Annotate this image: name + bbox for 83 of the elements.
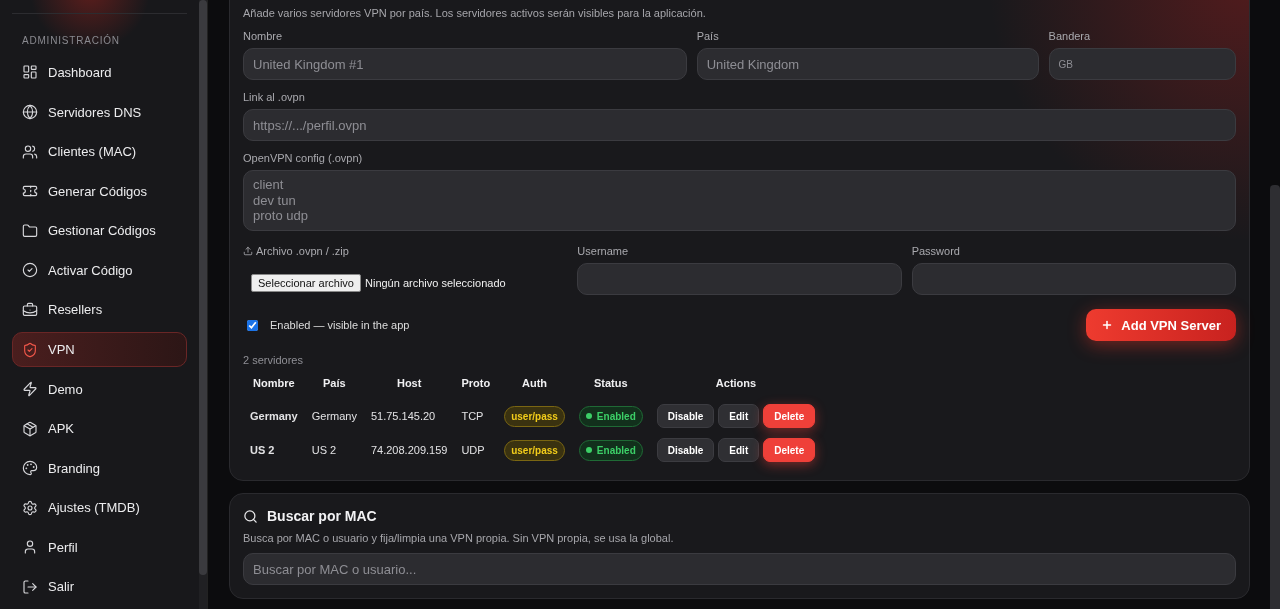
scrollbar[interactable] bbox=[199, 0, 207, 575]
table-cell-text: US 2 bbox=[310, 443, 338, 458]
folder-icon bbox=[22, 222, 38, 239]
checkbox[interactable] bbox=[247, 319, 258, 331]
field-label: País bbox=[696, 30, 720, 42]
column-header: Status bbox=[593, 376, 629, 391]
column-header: Actions bbox=[714, 376, 758, 391]
users-icon bbox=[22, 143, 38, 160]
column-header: Nombre bbox=[252, 376, 296, 391]
sidebar-item[interactable]: Clientes (MAC) bbox=[12, 134, 187, 170]
input-field[interactable]: https://.../perfil.ovpn bbox=[243, 109, 1236, 141]
palette-icon bbox=[22, 460, 38, 477]
search-field[interactable]: Buscar por MAC o usuario... bbox=[243, 553, 1236, 585]
table-cell-text: UDP bbox=[460, 443, 486, 458]
sidebar-item[interactable]: Ajustes (TMDB) bbox=[12, 490, 187, 526]
check-circle-icon bbox=[22, 262, 38, 279]
globe-icon bbox=[22, 104, 38, 121]
field-label: Password bbox=[911, 245, 961, 257]
sidebar-item[interactable]: Gestionar Códigos bbox=[12, 213, 187, 249]
column-header: Proto bbox=[460, 376, 492, 391]
auth-badge: user/pass bbox=[504, 439, 565, 461]
dashboard-icon bbox=[22, 64, 38, 81]
sidebar-item[interactable]: Dashboard bbox=[12, 54, 187, 90]
add-server-button[interactable]: Add VPN Server bbox=[1086, 309, 1236, 341]
table-cell-text: 51.75.145.20 bbox=[369, 409, 437, 424]
logout-icon bbox=[22, 578, 38, 595]
server-count: 2 servidores bbox=[243, 354, 304, 366]
sidebar-item[interactable]: Salir bbox=[12, 569, 187, 605]
table-cell-text: 74.208.209.159 bbox=[369, 443, 449, 458]
shield-icon bbox=[22, 341, 38, 358]
user-icon bbox=[22, 539, 38, 556]
description: Busca por MAC o usuario y fija/limpia una VPN propia. Sin VPN propia, se usa la global. bbox=[243, 532, 675, 544]
status-badge: Enabled bbox=[578, 405, 643, 427]
search-icon bbox=[243, 508, 258, 524]
sidebar-item[interactable]: Generar Códigos bbox=[12, 173, 187, 209]
upload-icon bbox=[243, 246, 253, 256]
action-button[interactable]: Edit bbox=[718, 404, 760, 428]
field-label: Archivo .ovpn / .zip bbox=[243, 245, 568, 257]
field-label: Link al .ovpn bbox=[243, 91, 306, 103]
sidebar-item[interactable]: VPN bbox=[12, 332, 187, 367]
status-badge: Enabled bbox=[578, 439, 643, 461]
settings-icon bbox=[22, 499, 38, 516]
scrollbar[interactable] bbox=[1270, 185, 1280, 609]
config-textarea[interactable]: client dev tun proto udp bbox=[243, 170, 1236, 231]
auth-badge: user/pass bbox=[504, 405, 565, 427]
field-label: OpenVPN config (.ovpn) bbox=[243, 152, 364, 164]
card-title: Buscar por MAC bbox=[267, 508, 377, 524]
sidebar-item[interactable]: Activar Código bbox=[12, 252, 187, 288]
description: Añade varios servidores VPN por país. Los servidores activos serán visibles para la aplicación. bbox=[243, 7, 707, 19]
delete-button[interactable]: Delete bbox=[763, 404, 816, 428]
package-icon bbox=[22, 420, 38, 437]
column-header: Host bbox=[395, 376, 423, 391]
input-field[interactable] bbox=[911, 263, 1236, 295]
sidebar-item[interactable]: Demo bbox=[12, 371, 187, 407]
column-header: País bbox=[322, 376, 347, 391]
lightning-icon bbox=[22, 381, 38, 398]
table-cell-text: US 2 bbox=[249, 443, 276, 458]
choose-file-button[interactable]: Seleccionar archivo bbox=[251, 274, 361, 292]
input-field[interactable] bbox=[577, 263, 902, 295]
field-label: Bandera bbox=[1048, 30, 1092, 42]
sidebar-item[interactable]: Resellers bbox=[12, 292, 187, 328]
sidebar-item[interactable]: Servidores DNS bbox=[12, 94, 187, 130]
table-cell-text: Germany bbox=[310, 409, 358, 424]
sidebar-item[interactable]: Perfil bbox=[12, 529, 187, 565]
column-header: Auth bbox=[521, 376, 549, 391]
plus-icon bbox=[1101, 319, 1114, 331]
section-label: ADMINISTRACIÓN bbox=[21, 33, 121, 48]
delete-button[interactable]: Delete bbox=[763, 438, 816, 462]
sidebar-item[interactable]: Branding bbox=[12, 450, 187, 486]
checkbox-label: Enabled — visible in the app bbox=[270, 319, 410, 331]
input-field[interactable]: United Kingdom bbox=[696, 48, 1039, 80]
action-button[interactable]: Edit bbox=[718, 438, 760, 462]
table-cell-text: TCP bbox=[460, 409, 485, 424]
action-button[interactable]: Disable bbox=[656, 404, 715, 428]
file-status: Ningún archivo seleccionado bbox=[365, 277, 506, 289]
input-field[interactable]: United Kingdom #1 bbox=[243, 48, 687, 80]
action-button[interactable]: Disable bbox=[656, 438, 715, 462]
table-cell-text: Germany bbox=[249, 409, 299, 424]
field-label: Nombre bbox=[243, 30, 284, 42]
briefcase-icon bbox=[22, 301, 38, 318]
input-field[interactable]: GB bbox=[1048, 48, 1236, 80]
sidebar-item[interactable]: APK bbox=[12, 411, 187, 447]
field-label: Username bbox=[577, 245, 630, 257]
